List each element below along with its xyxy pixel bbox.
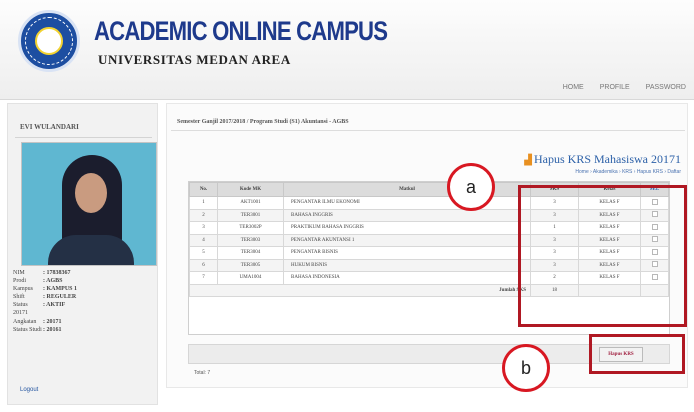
logo-emblem [35, 27, 63, 55]
cell-kode: TER3005 [217, 258, 284, 272]
highlight-box-b [589, 334, 685, 374]
photo-face [75, 173, 107, 213]
info-row: NIM: 17838367 [13, 270, 71, 276]
cell-kode: TER3003 [217, 233, 284, 247]
user-name: EVI WULANDARI [20, 123, 79, 131]
total-count: Total: 7 [194, 370, 211, 376]
total-label: Jumlah SKS [189, 283, 531, 297]
cell-no: 3 [189, 221, 218, 235]
cell-no: 4 [189, 233, 218, 247]
nav-home[interactable]: HOME [563, 84, 584, 91]
cell-matkul: HUKUM BISNIS [283, 258, 531, 272]
cell-kode: TER3002P [217, 221, 284, 235]
info-row: Prodi: AGBS [13, 278, 63, 285]
cell-kode: UMA1004 [217, 271, 284, 285]
university-logo [18, 10, 80, 72]
student-photo [21, 142, 157, 266]
cell-matkul: PENGANTAR ILMU EKONOMI [283, 196, 531, 210]
col-no: No. [189, 182, 218, 197]
nav-password[interactable]: PASSWORD [646, 84, 686, 91]
cell-matkul: BAHASA INGGRIS [283, 208, 531, 222]
cell-matkul: PRAKTIKUM BAHASA INGGRIS [283, 221, 531, 235]
cell-no: 2 [189, 208, 218, 222]
cell-matkul: PENGANTAR AKUNTANSI 1 [283, 233, 531, 247]
col-kode-mk: Kode MK [217, 182, 284, 197]
content-divider [171, 130, 685, 131]
logout-link[interactable]: Logout [20, 387, 38, 393]
app-title: ACADEMIC ONLINE CAMPUS [94, 16, 388, 46]
sidebar: EVI WULANDARI NIM: 17838367 Prodi: AGBS … [7, 103, 158, 405]
info-row: Shift: REGULER [13, 294, 77, 301]
top-nav: HOME PROFILE PASSWORD [563, 84, 686, 91]
student-info: NIM: 17838367 Prodi: AGBS Kampus: KAMPUS… [13, 269, 77, 334]
cell-matkul: BAHASA INDONESIA [283, 271, 531, 285]
info-row: 20171 [13, 310, 28, 317]
info-row: Status: AKTIF [13, 302, 66, 309]
info-row: Kampus: KAMPUS 1 [13, 286, 77, 293]
header-bar: ACADEMIC ONLINE CAMPUS UNIVERSITAS MEDAN… [0, 0, 694, 100]
cell-kode: AKT1001 [217, 196, 284, 210]
nav-profile[interactable]: PROFILE [600, 84, 630, 91]
info-row: Status Studi: 20161 [13, 326, 62, 333]
cell-no: 5 [189, 246, 218, 260]
page-title: ▟ Hapus KRS Mahasiswa 20171 [524, 152, 681, 167]
cell-no: 6 [189, 258, 218, 272]
page-title-text: Hapus KRS Mahasiswa 20171 [534, 152, 681, 166]
cell-kode: TER3001 [217, 208, 284, 222]
info-row: Angkatan: 20171 [13, 318, 62, 325]
cell-kode: TER3004 [217, 246, 284, 260]
callout-a: a [447, 163, 495, 211]
breadcrumb[interactable]: Home › Akademika › KRS › Hapus KRS › Daf… [575, 169, 681, 175]
callout-b: b [502, 344, 550, 392]
sidebar-divider [15, 137, 152, 138]
app-subtitle: UNIVERSITAS MEDAN AREA [98, 52, 291, 67]
cell-no: 7 [189, 271, 218, 285]
highlight-box-a [518, 185, 687, 327]
photo-shoulders [48, 235, 134, 265]
cell-no: 1 [189, 196, 218, 210]
semester-heading: Semester Ganjil 2017/2018 / Program Stud… [177, 119, 349, 125]
cell-matkul: PENGANTAR BISNIS [283, 246, 531, 260]
delete-icon: ▟ [524, 155, 532, 166]
